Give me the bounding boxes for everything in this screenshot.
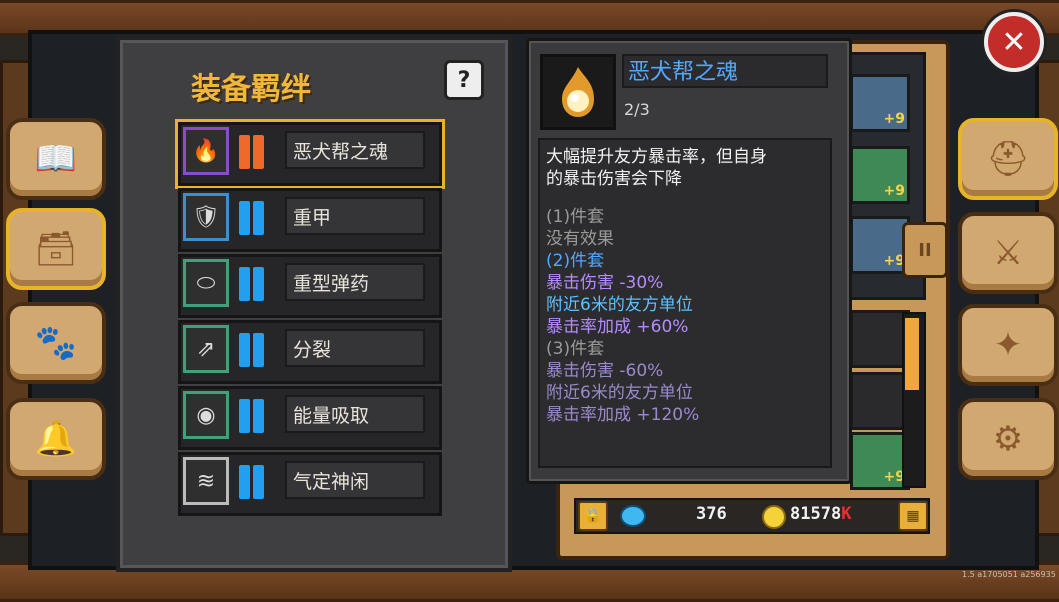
gear-icon: ⚙ [992,419,1024,459]
bond-row[interactable]: ⇗ 分裂 [178,320,442,384]
bond-row[interactable]: ≋ 气定神闲 [178,452,442,516]
left-tab-book[interactable]: 📖 [6,118,106,200]
right-tab-crossed-weapons[interactable]: ⚔ [958,212,1058,294]
tier-line: 附近6米的友方单位 [546,295,693,315]
energy-drain-icon: ◉ [183,391,229,439]
bond-progress-bars [239,135,267,169]
bond-name: 能量吸取 [285,395,425,433]
lock-icon: 🔒 [584,508,602,524]
bond-progress-pip [239,333,250,367]
left-tab-bell[interactable]: 🔔 [6,398,106,480]
close-button[interactable]: ✕ [984,12,1044,72]
tooltip-title: 恶犬帮之魂 [622,54,828,88]
upgrade-badge: +9 [883,111,905,127]
bond-row[interactable]: ⬭ 重型弹药 [178,254,442,318]
tooltip-spacer [546,190,824,206]
bond-progress-pip [239,465,250,499]
bond-progress-bars [239,465,267,499]
compass-icon: ✦ [993,325,1023,365]
bond-progress-pip [253,465,264,499]
bond-progress-pip [239,201,250,235]
coin-count: 81578K [790,504,851,524]
tier-line: 暴击伤害 -30% [546,273,664,293]
coin-value: 81578 [790,504,842,524]
bond-progress-pip [253,135,264,169]
bond-row[interactable]: 🔥 恶犬帮之魂 [175,119,445,189]
bond-progress-pip [253,333,264,367]
tier-line: 暴击率加成 +60% [546,317,689,337]
flame-soul-icon: 🔥 [183,127,229,175]
gem-icon [620,505,646,527]
equipment-slot[interactable]: +9 [850,432,910,490]
page-tag-label: II [918,239,932,261]
tooltip-description: 大幅提升友方暴击率，但自身 的暴击伤害会下降 (1)件套 没有效果 (2)件套 暴击伤害 … [538,138,832,468]
bond-progress-pip [239,135,250,169]
tooltip-desc-line: 的暴击伤害会下降 [546,169,682,189]
right-tab-gear[interactable]: ⚙ [958,398,1058,480]
lock-button[interactable]: 🔒 [578,501,608,531]
tier-header: (3)件套 [546,339,605,359]
sort-button[interactable]: ▦ [898,501,928,531]
bond-progress-bars [239,333,267,367]
tier-line: 暴击伤害 -60% [546,361,664,381]
tier-header: (2)件套 [546,251,605,271]
left-tab-pet-paw[interactable]: 🐾 [6,302,106,384]
tier-line: 附近6米的友方单位 [546,383,693,403]
gem-count: 376 [696,504,727,524]
helmet-icon: ⛑ [986,139,1030,179]
bond-progress-pip [239,267,250,301]
treasure-chest-icon: 🗃 [34,229,78,269]
tooltip-desc-line: 大幅提升友方暴击率，但自身 [546,147,767,167]
bond-name: 分裂 [285,329,425,367]
book-icon: 📖 [34,139,78,179]
bond-row[interactable]: ◉ 能量吸取 [178,386,442,450]
equipment-slot[interactable]: +9 [850,146,910,204]
upgrade-badge: +9 [883,183,905,199]
equipment-slot[interactable] [850,372,910,430]
bond-row[interactable]: 🛡 重甲 [178,188,442,252]
bond-name: 重甲 [285,197,425,235]
equipment-slot[interactable] [850,310,910,368]
heavy-ammo-icon: ⬭ [183,259,229,307]
grid-icon: ▦ [906,508,920,524]
close-icon: ✕ [1001,24,1027,60]
coin-suffix: K [841,504,852,524]
heavy-armor-icon: 🛡 [183,193,229,241]
left-tab-treasure-chest[interactable]: 🗃 [6,208,106,290]
pet-paw-icon: 🐾 [34,323,78,363]
help-button[interactable]: ? [444,60,484,100]
tier-header: (1)件套 [546,207,605,227]
bond-progress-pip [253,267,264,301]
bond-name: 恶犬帮之魂 [285,131,425,169]
bell-icon: 🔔 [34,419,78,459]
page-tag[interactable]: II [902,222,948,278]
panel-title: 装备羁绊 [191,72,311,107]
coin-icon [762,505,786,529]
right-tab-compass[interactable]: ✦ [958,304,1058,386]
bond-name: 气定神闲 [285,461,425,499]
bond-progress-bars [239,201,267,235]
tier-line: 没有效果 [546,229,614,249]
bond-progress-bars [239,399,267,433]
bond-progress-pip [253,399,264,433]
equipment-slot[interactable]: +9 [850,216,910,274]
tier-line: 暴击率加成 +120% [546,405,700,425]
equipment-slot[interactable]: +9 [850,74,910,132]
flame-soul-icon [540,54,616,130]
calm-wind-icon: ≋ [183,457,229,505]
bond-progress-pip [239,399,250,433]
tooltip-count: 2/3 [624,100,650,119]
right-tab-helmet[interactable]: ⛑ [958,118,1058,200]
version-label: 1.5 a1705051 a256935 [962,570,1056,579]
crossed-weapons-icon: ⚔ [992,233,1024,273]
scrollbar-thumb[interactable] [905,318,919,390]
bond-progress-pip [253,201,264,235]
bond-name: 重型弹药 [285,263,425,301]
bond-progress-bars [239,267,267,301]
split-arrows-icon: ⇗ [183,325,229,373]
